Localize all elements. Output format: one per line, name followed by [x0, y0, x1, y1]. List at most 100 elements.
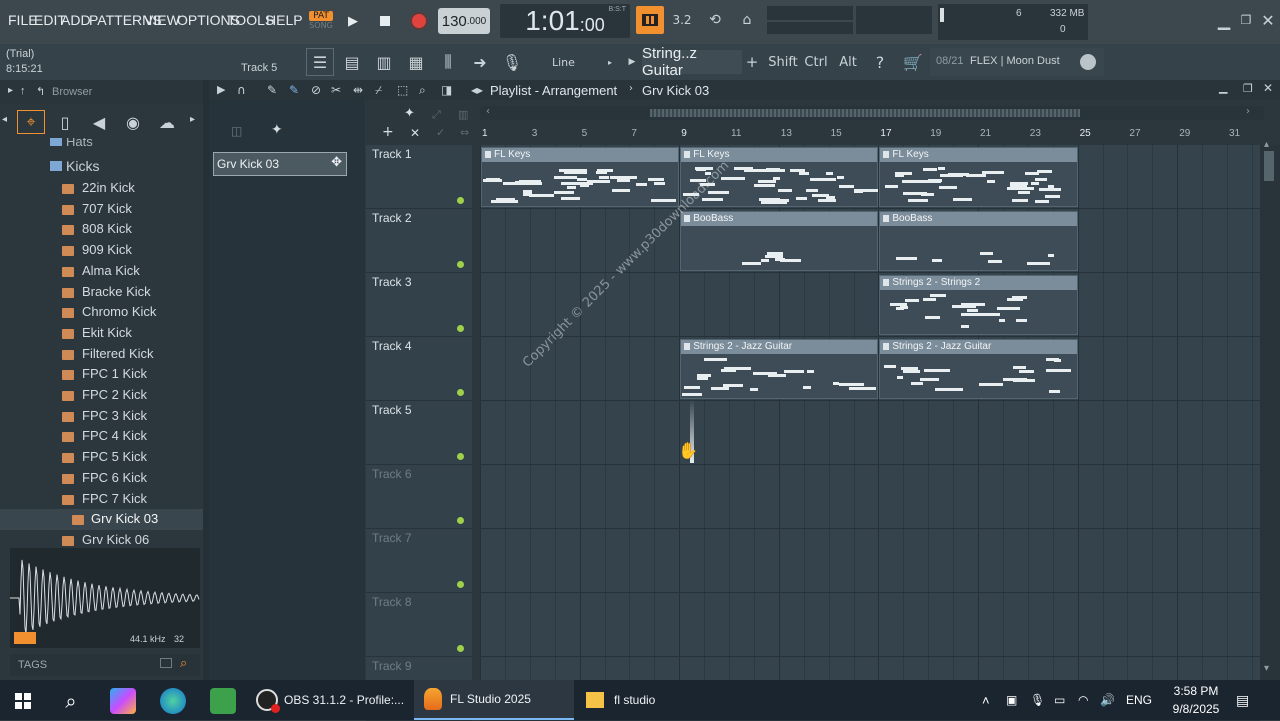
- chevron-right-icon[interactable]: ▸: [190, 114, 195, 125]
- maximize-button[interactable]: ❐: [1236, 10, 1256, 30]
- browser-button[interactable]: ▦: [402, 48, 430, 76]
- playlist-grid[interactable]: FL Keys FL Keys FL Keys BooBass BooBass Strin…: [480, 145, 1260, 721]
- back-icon[interactable]: ↰: [36, 85, 45, 98]
- news-panel[interactable]: 08/21 FLEX | Moon Dust: [930, 48, 1104, 76]
- track-header[interactable]: Track 3: [366, 273, 472, 337]
- stop-button[interactable]: [372, 8, 398, 34]
- taskbar-item-obs[interactable]: OBS 31.1.2 - Profile:...: [256, 688, 406, 713]
- metronome-button[interactable]: ⌂: [733, 6, 761, 34]
- track-enable-led[interactable]: [457, 517, 464, 524]
- browser-item[interactable]: FPC 2 Kick: [82, 387, 147, 402]
- help-button[interactable]: ?: [866, 48, 894, 76]
- edge-icon[interactable]: [160, 688, 186, 714]
- tempo-display[interactable]: 130.000: [438, 8, 490, 34]
- speaker-tab-icon[interactable]: ◀: [86, 110, 112, 134]
- browser-item[interactable]: Grv Kick 03: [91, 511, 158, 526]
- browser-item[interactable]: FPC 7 Kick: [82, 491, 147, 506]
- track-header[interactable]: Track 2: [366, 209, 472, 273]
- browser-item[interactable]: FPC 6 Kick: [82, 470, 147, 485]
- browser-item[interactable]: FPC 5 Kick: [82, 449, 147, 464]
- browser-item[interactable]: 808 Kick: [82, 221, 132, 236]
- up-arrow-icon[interactable]: ↑: [20, 85, 26, 97]
- taskbar-item-folder[interactable]: fl studio: [582, 688, 682, 712]
- tree-folder-kicks[interactable]: Kicks: [66, 158, 99, 174]
- taskbar-item-flstudio[interactable]: FL Studio 2025: [414, 680, 574, 720]
- browser-item[interactable]: 707 Kick: [82, 201, 132, 216]
- chevron-right-icon[interactable]: ▸: [8, 85, 13, 96]
- link-icon[interactable]: ⤢: [432, 108, 441, 122]
- delete-tool-icon[interactable]: ⊘: [311, 83, 321, 97]
- playback-tool-icon[interactable]: ◨: [441, 83, 452, 97]
- cart-button[interactable]: 🛒: [900, 48, 926, 76]
- track-enable-led[interactable]: [457, 325, 464, 332]
- typing-keyboard-toggle[interactable]: [636, 6, 664, 34]
- track-header[interactable]: Track 1: [366, 145, 472, 209]
- tray-battery-icon[interactable]: ▭: [1054, 688, 1065, 712]
- track-header[interactable]: Track 8: [366, 593, 472, 657]
- picker-icon-center[interactable]: ✦: [271, 122, 283, 138]
- track-enable-led[interactable]: [457, 389, 464, 396]
- microphone-button[interactable]: 🎙: [498, 48, 526, 76]
- menu-add[interactable]: ADD: [61, 12, 91, 28]
- loop-record-button[interactable]: ⟲: [701, 6, 729, 34]
- magnet-icon[interactable]: ∩: [237, 83, 246, 97]
- close-button[interactable]: ✕: [1258, 10, 1278, 30]
- channel-selector[interactable]: String..z Guitar: [642, 45, 742, 79]
- tray-language[interactable]: ENG: [1126, 688, 1152, 712]
- mute-tool-icon[interactable]: ✂: [331, 83, 341, 97]
- track-enable-led[interactable]: [457, 645, 464, 652]
- chevron-up-icon[interactable]: ▴: [1264, 139, 1269, 150]
- master-pitch[interactable]: [767, 22, 853, 34]
- browser-item[interactable]: FPC 1 Kick: [82, 366, 147, 381]
- record-button[interactable]: [406, 8, 432, 34]
- playlist-clip[interactable]: Strings 2 - Jazz Guitar: [680, 339, 879, 399]
- countdown-button[interactable]: 3.2: [668, 6, 696, 34]
- playlist-clip[interactable]: BooBass: [879, 211, 1078, 271]
- chevron-left-icon[interactable]: ◂: [2, 114, 7, 125]
- playlist-clip[interactable]: FL Keys: [481, 147, 680, 207]
- track-header[interactable]: Track 4: [366, 337, 472, 401]
- zoom-tool-icon[interactable]: ⌕: [419, 83, 426, 98]
- snap-select[interactable]: Line ▸: [552, 52, 614, 72]
- playlist-clip[interactable]: FL Keys: [879, 147, 1078, 207]
- menu-help[interactable]: HELP: [266, 12, 303, 28]
- browser-item[interactable]: Chromo Kick: [82, 304, 156, 319]
- search-icon[interactable]: ⌕: [180, 656, 187, 671]
- options-icon[interactable]: ✦: [404, 106, 415, 121]
- playlist-button[interactable]: ☰: [306, 48, 334, 76]
- vertical-scrollbar[interactable]: ▴ ▾: [1260, 139, 1280, 680]
- browser-item[interactable]: 22in Kick: [82, 180, 135, 195]
- arrangement-arrow-icon[interactable]: ◂▸: [471, 83, 483, 97]
- shift-key-button[interactable]: Shift: [768, 50, 798, 74]
- resize-icon[interactable]: ⇔: [460, 126, 469, 139]
- maximize-icon[interactable]: ❐: [1243, 82, 1253, 95]
- check-icon[interactable]: ✓: [436, 126, 445, 139]
- track-enable-led[interactable]: [457, 197, 464, 204]
- close-icon[interactable]: ✕: [1263, 81, 1273, 95]
- channel-prev-button[interactable]: ▶: [626, 52, 638, 72]
- select-tool-icon[interactable]: ⬚: [397, 83, 408, 97]
- browser-item[interactable]: Ekit Kick: [82, 325, 132, 340]
- picker-item-current[interactable]: Grv Kick 03 ✥: [213, 152, 347, 176]
- track-enable-led[interactable]: [457, 581, 464, 588]
- playlist-clip[interactable]: Strings 2 - Strings 2: [879, 275, 1078, 335]
- browser-item[interactable]: Bracke Kick: [82, 284, 151, 299]
- browser-item[interactable]: Filtered Kick: [82, 346, 154, 361]
- preview-play-icon[interactable]: [14, 632, 36, 644]
- pat-song-toggle[interactable]: PAT SONG: [305, 5, 337, 35]
- chevron-down-icon[interactable]: ▾: [1264, 663, 1269, 674]
- tray-wifi-icon[interactable]: ◠: [1078, 688, 1088, 712]
- picker-icon-left[interactable]: ◫: [231, 124, 242, 138]
- draw-tool-icon[interactable]: ✎: [267, 83, 277, 97]
- scrollbar-thumb[interactable]: [1264, 151, 1274, 181]
- clock-date[interactable]: 9/8/2025: [1166, 702, 1226, 716]
- delete-icon[interactable]: ✕: [410, 126, 420, 140]
- cloud-tab-icon[interactable]: ☁: [154, 110, 180, 134]
- search-button[interactable]: ⌕: [58, 688, 84, 714]
- track-header[interactable]: Track 7: [366, 529, 472, 593]
- track-header[interactable]: Track 5: [366, 401, 472, 465]
- tray-window-icon[interactable]: ▣: [1006, 688, 1017, 712]
- timeline-ruler[interactable]: 1 3 5 7 9 11 13 15 17 19 21 23 25 27 29 31: [480, 126, 1264, 145]
- scrollbar-thumb[interactable]: [650, 109, 1080, 117]
- master-volume[interactable]: [767, 6, 853, 20]
